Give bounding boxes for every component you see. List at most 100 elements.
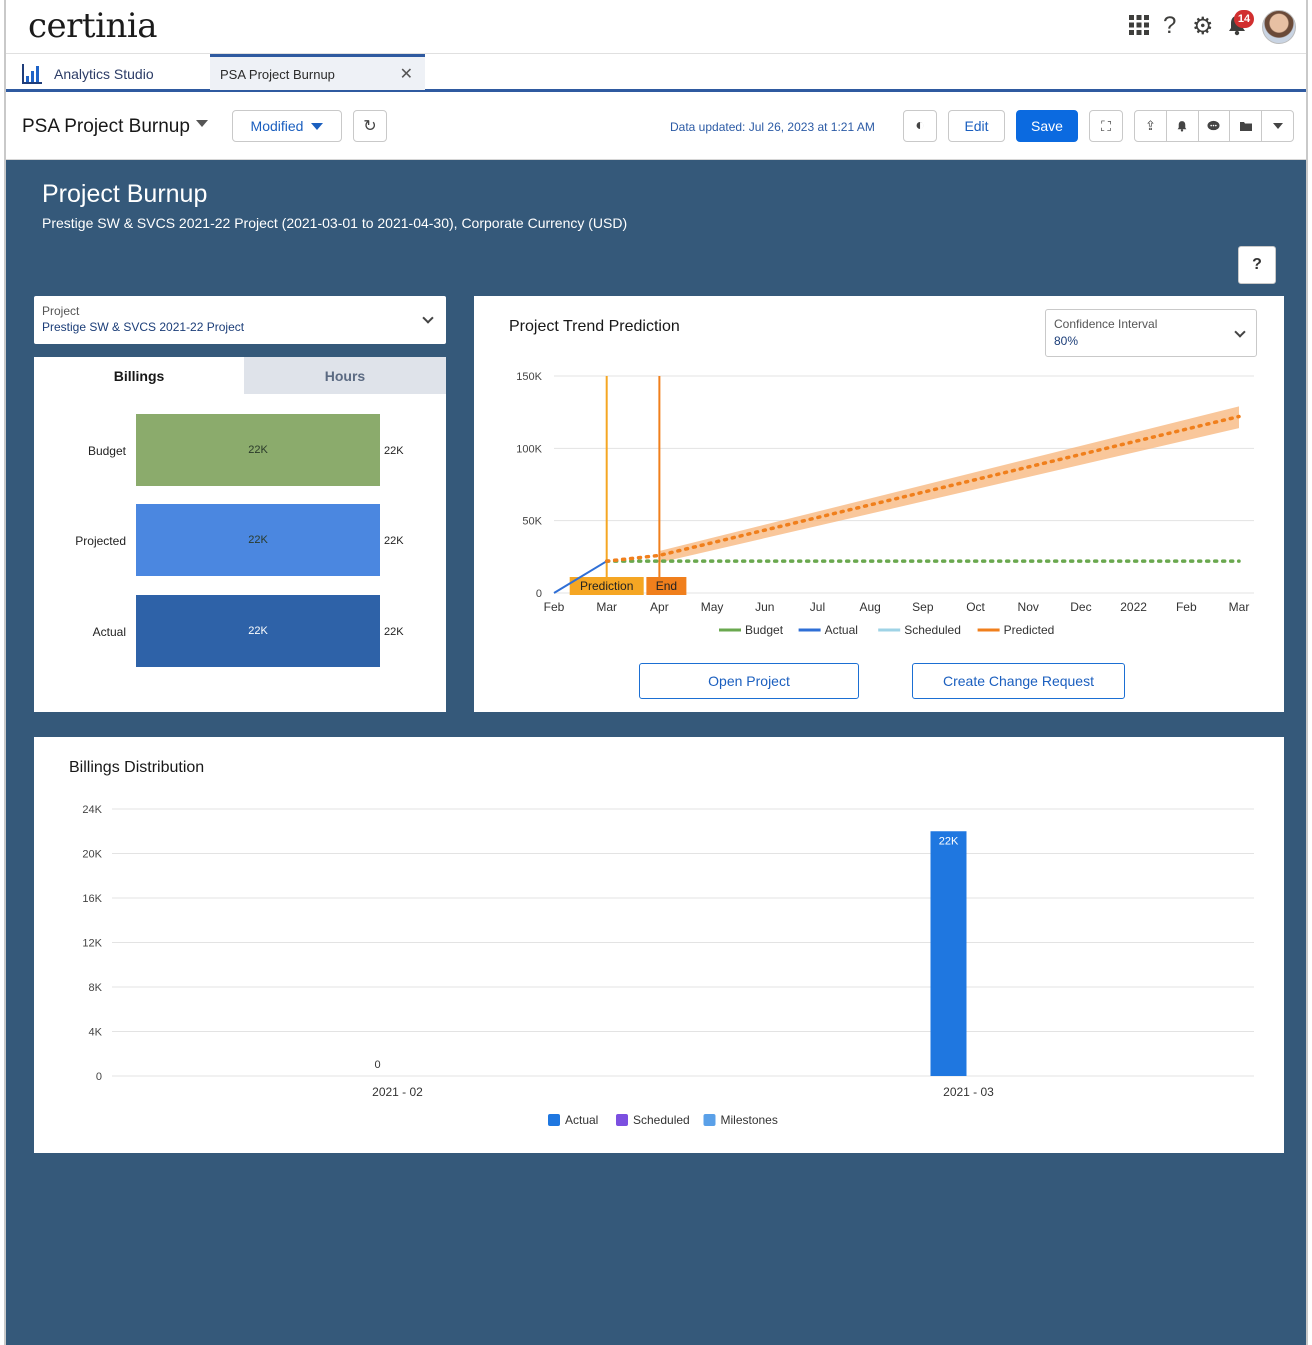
billings-distribution-panel: 0 4K 8K 12K 16K 20K 24K 2021 - 02 0 2021 - 03 22K A… xyxy=(34,737,1284,1153)
tab-bar: Analytics Studio PSA Project Burnup ✕ xyxy=(6,54,1306,92)
chevron-down-icon xyxy=(1234,326,1246,338)
palette-icon: ◐ xyxy=(915,117,925,134)
x-tick-label: Sep xyxy=(912,600,934,614)
y-tick-label: 24K xyxy=(82,804,102,816)
dashboard-canvas: Project Burnup Prestige SW & SVCS 2021-2… xyxy=(6,160,1306,1345)
distribution-title: Billings Distribution xyxy=(69,759,205,776)
edit-button[interactable]: Edit xyxy=(948,110,1005,142)
bar-actual xyxy=(930,831,967,1076)
action-button-group: ⇪ xyxy=(1134,110,1294,142)
x-tick-label: Aug xyxy=(859,600,880,614)
project-filter[interactable]: Project Prestige SW & SVCS 2021-22 Proje… xyxy=(34,296,446,344)
create-change-request-button[interactable]: Create Change Request xyxy=(912,663,1125,699)
data-updated-text: Data updated: Jul 26, 2023 at 1:21 AM xyxy=(670,120,875,134)
modified-label: Modified xyxy=(250,118,304,134)
grid-icon[interactable] xyxy=(1128,14,1150,42)
legend-swatch xyxy=(616,1114,628,1126)
y-tick-label: 16K xyxy=(82,893,102,905)
x-tick-label: 2022 xyxy=(1120,600,1147,614)
tab-billings[interactable]: Billings xyxy=(34,357,244,394)
y-tick-label: 4K xyxy=(89,1027,103,1039)
fullscreen-button[interactable]: ⛶ xyxy=(1089,110,1123,142)
analytics-studio-icon xyxy=(22,64,42,84)
tab-psa-project-burnup[interactable]: PSA Project Burnup ✕ xyxy=(210,54,425,90)
y-tick-label: 100K xyxy=(516,443,542,455)
help-button[interactable]: ? xyxy=(1238,246,1276,284)
project-filter-label: Project xyxy=(42,304,80,318)
bar-end-label: 22K xyxy=(384,445,404,457)
x-tick-label: Nov xyxy=(1018,600,1039,614)
bar-end-label: 22K xyxy=(384,626,404,638)
theme-button[interactable]: ◐ xyxy=(903,110,937,142)
x-tick-label: Apr xyxy=(650,600,669,614)
y-tick-label: 150K xyxy=(516,371,542,383)
confidence-interval-value: 80% xyxy=(1054,334,1079,348)
legend-item: Predicted xyxy=(1004,623,1055,637)
dashboard-title: PSA Project Burnup xyxy=(22,116,190,137)
question-icon[interactable]: ? xyxy=(1163,12,1176,40)
bar-label-actual: Actual xyxy=(92,625,126,639)
refresh-button[interactable]: ↻ xyxy=(353,110,387,142)
chevron-down-icon[interactable] xyxy=(196,120,208,127)
gear-icon[interactable]: ⚙ xyxy=(1192,12,1214,41)
confidence-interval-label: Confidence Interval xyxy=(1054,317,1158,331)
x-tick-label: Dec xyxy=(1070,600,1091,614)
trend-title: Project Trend Prediction xyxy=(509,318,680,335)
notify-icon[interactable] xyxy=(1167,111,1199,141)
legend-item: Milestones xyxy=(721,1113,778,1127)
legend-item: Budget xyxy=(745,623,784,637)
page-title: Project Burnup xyxy=(42,180,208,208)
x-tick-label: Jul xyxy=(810,600,825,614)
comment-icon[interactable] xyxy=(1199,111,1231,141)
x-tick-label: Jun xyxy=(755,600,774,614)
app-name[interactable]: Analytics Studio xyxy=(22,62,154,86)
marker-label: End xyxy=(656,579,677,593)
trend-panel: 0 50K 100K 150K Feb Mar Apr May Jun Jul Aug Sep Oct N… xyxy=(474,296,1284,712)
more-actions-icon[interactable] xyxy=(1262,111,1293,141)
legend-item: Scheduled xyxy=(633,1113,690,1127)
legend-swatch xyxy=(703,1114,716,1126)
x-tick-label: 2021 - 03 xyxy=(943,1085,994,1099)
legend-item: Actual xyxy=(565,1113,598,1127)
marker-label: Prediction xyxy=(580,579,633,593)
project-filter-value: Prestige SW & SVCS 2021-22 Project xyxy=(42,320,245,334)
actual-bar[interactable]: 22K xyxy=(136,595,380,667)
legend-swatch xyxy=(548,1114,560,1126)
y-tick-label: 0 xyxy=(96,1071,102,1083)
x-tick-label: May xyxy=(701,600,724,614)
y-tick-label: 0 xyxy=(536,588,542,600)
share-icon[interactable]: ⇪ xyxy=(1135,111,1167,141)
close-icon[interactable]: ✕ xyxy=(400,64,413,84)
projected-bar[interactable]: 22K xyxy=(136,504,380,576)
tab-hours[interactable]: Hours xyxy=(244,357,446,394)
folder-icon[interactable] xyxy=(1230,111,1263,141)
x-tick-label: 2021 - 02 xyxy=(372,1085,423,1099)
page-subtitle: Prestige SW & SVCS 2021-22 Project (2021… xyxy=(42,215,628,231)
bar-data-label: 22K xyxy=(939,835,959,847)
app-name-label: Analytics Studio xyxy=(54,66,154,82)
bar-value-label: 22K xyxy=(248,534,268,546)
budget-bar[interactable]: 22K xyxy=(136,414,380,486)
y-tick-label: 50K xyxy=(522,516,542,528)
distribution-chart: 0 4K 8K 12K 16K 20K 24K 2021 - 02 0 2021 - 03 22K A… xyxy=(82,804,1254,1127)
legend-item: Scheduled xyxy=(904,623,961,637)
legend-item: Actual xyxy=(825,623,858,637)
billings-panel: Billings Hours Budget 22K 22K Projected … xyxy=(34,357,446,712)
refresh-icon: ↻ xyxy=(363,118,377,135)
user-avatar[interactable] xyxy=(1262,10,1296,44)
bar-data-label: 0 xyxy=(374,1059,380,1071)
y-tick-label: 20K xyxy=(82,849,102,861)
save-button[interactable]: Save xyxy=(1016,110,1078,142)
bar-value-label: 22K xyxy=(248,444,268,456)
tab-label: PSA Project Burnup xyxy=(220,67,335,82)
confidence-interval-select[interactable]: Confidence Interval 80% xyxy=(1045,309,1257,357)
x-tick-label: Feb xyxy=(1176,600,1197,614)
notification-badge: 14 xyxy=(1234,10,1254,28)
y-tick-label: 8K xyxy=(89,982,103,994)
chevron-down-icon xyxy=(422,312,434,324)
brand-logo: certinia xyxy=(28,6,158,46)
open-project-button[interactable]: Open Project xyxy=(639,663,859,699)
modified-button[interactable]: Modified xyxy=(232,110,342,142)
bar-value-label: 22K xyxy=(248,625,268,637)
bar-end-label: 22K xyxy=(384,535,404,547)
